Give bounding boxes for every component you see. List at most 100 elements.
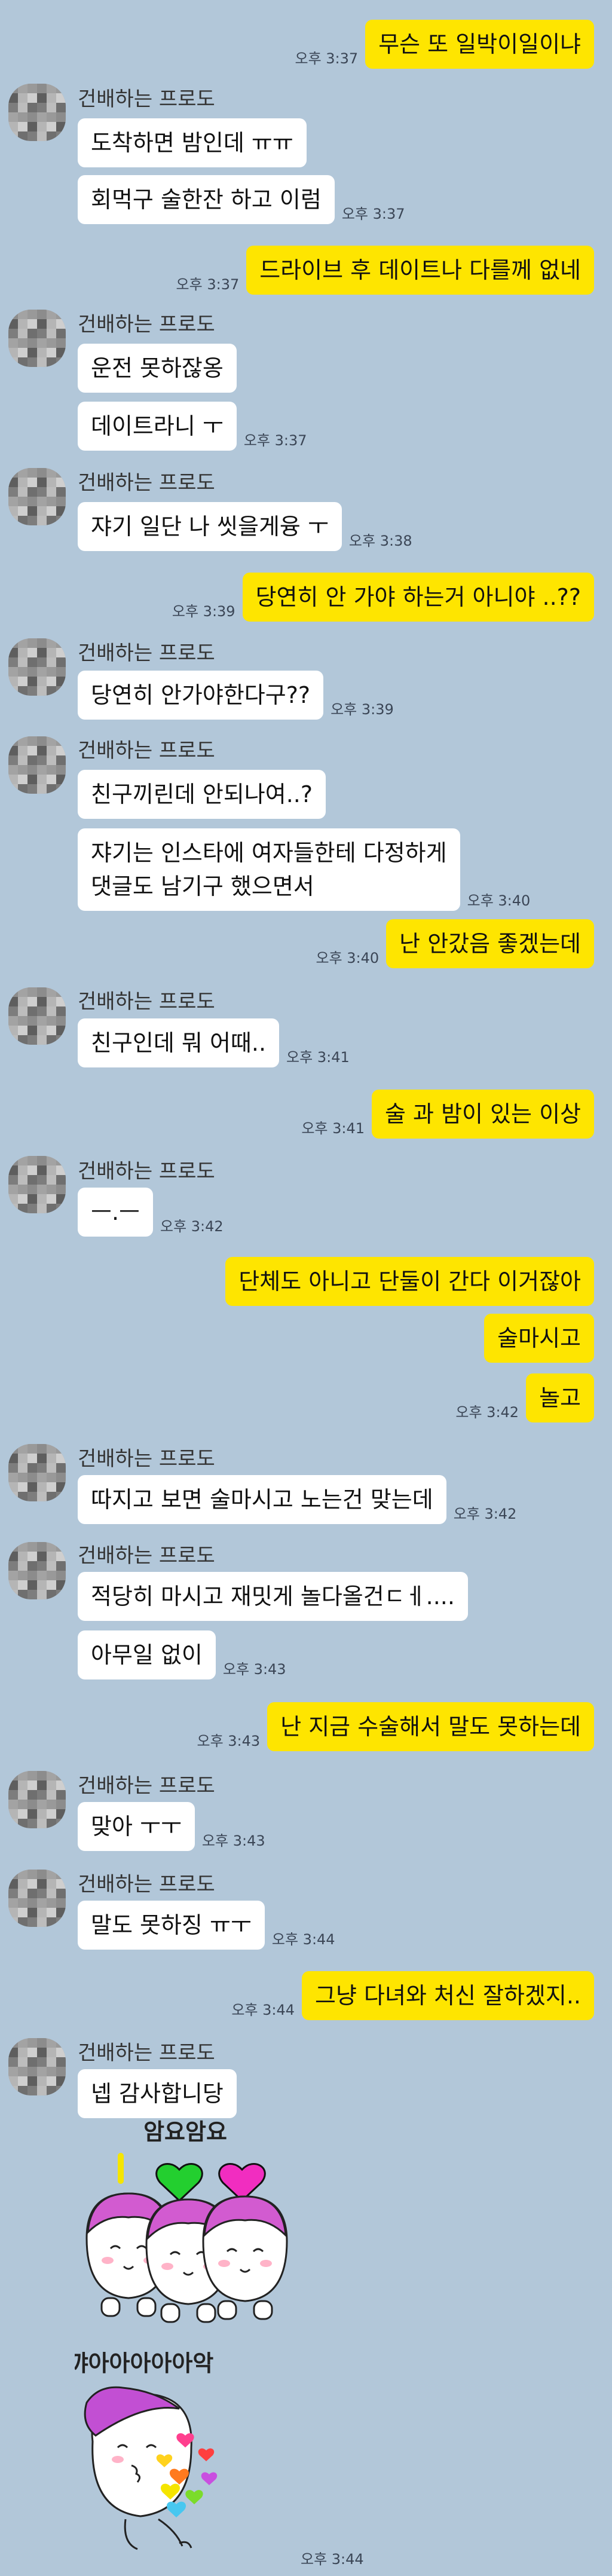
their-message[interactable]: 당연히 안가야한다구?? 오후 3:39 (78, 671, 394, 720)
message-time: 오후 3:42 (455, 1404, 519, 1421)
their-message[interactable]: 쟈기는 인스타에 여자들한테 다정하게 댓글도 남기구 했으면서 오후 3:40 (78, 828, 530, 911)
their-message[interactable]: 따지고 보면 술마시고 노는건 맞는데 오후 3:42 (78, 1475, 516, 1524)
their-message-bubble[interactable]: 말도 못하징 ㅠㅜ (78, 1901, 265, 1950)
my-message-bubble[interactable]: 단체도 아니고 단둘이 간다 이거잖아 (225, 1257, 594, 1306)
message-time: 오후 3:37 (243, 432, 307, 449)
message-time: 오후 3:37 (176, 276, 240, 293)
their-message-bubble[interactable]: 따지고 보면 술마시고 노는건 맞는데 (78, 1475, 446, 1524)
my-message[interactable]: 오후 3:44 그냥 다녀와 처신 잘하겠지.. (231, 1971, 594, 2020)
their-message-bubble[interactable]: ㅡ.ㅡ (78, 1188, 153, 1237)
character-right (202, 2195, 288, 2320)
their-message[interactable]: 아무일 없이 오후 3:43 (78, 1630, 286, 1679)
my-message[interactable]: 오후 3:37 드라이브 후 데이트나 다를께 없네 (176, 246, 594, 295)
their-message-bubble[interactable]: 쟈기 일단 나 씻을게융 ㅜ (78, 502, 342, 551)
message-time: 오후 3:44 (231, 2002, 295, 2018)
my-message-bubble[interactable]: 무슨 또 일박이일이냐 (365, 20, 594, 69)
sender-name: 건배하는 프로도 (78, 87, 215, 111)
their-message-bubble[interactable]: 쟈기는 인스타에 여자들한테 다정하게 댓글도 남기구 했으면서 (78, 828, 460, 911)
their-message-bubble[interactable]: 당연히 안가야한다구?? (78, 671, 324, 720)
their-message-bubble[interactable]: 도착하면 밤인데 ㅠㅠ (78, 118, 307, 167)
my-message-bubble[interactable]: 드라이브 후 데이트나 다를께 없네 (246, 246, 594, 295)
green-heart-icon (155, 2163, 203, 2202)
sender-name: 건배하는 프로도 (78, 1447, 215, 1471)
my-message[interactable]: 오후 3:37 무슨 또 일박이일이냐 (295, 20, 594, 69)
yellow-stick (118, 2153, 124, 2184)
my-message-bubble[interactable]: 놀고 (526, 1373, 594, 1422)
their-message[interactable]: 말도 못하징 ㅠㅜ 오후 3:44 (78, 1901, 335, 1950)
their-message-bubble[interactable]: 회먹구 술한잔 하고 이럼 (78, 175, 335, 224)
sender-name: 건배하는 프로도 (78, 739, 215, 763)
sender-name: 건배하는 프로도 (78, 1873, 215, 1896)
message-time: 오후 3:42 (453, 1506, 517, 1522)
message-time: 오후 3:39 (331, 701, 394, 718)
message-time: 오후 3:41 (286, 1049, 350, 1066)
their-message[interactable]: ㅡ.ㅡ 오후 3:42 (78, 1188, 224, 1237)
my-message-bubble[interactable]: 당연히 안 가야 하는거 아니야 ..?? (242, 573, 594, 622)
my-message[interactable]: 오후 3:39 당연히 안 가야 하는거 아니야 ..?? (172, 573, 594, 622)
their-message-bubble[interactable]: 맞아 ㅜㅜ (78, 1802, 195, 1851)
avatar[interactable] (8, 84, 66, 141)
avatar[interactable] (8, 468, 66, 525)
my-message[interactable]: 술마시고 (484, 1314, 594, 1363)
my-message-bubble[interactable]: 술 과 밤이 있는 이상 (372, 1090, 594, 1139)
their-message[interactable]: 친구인데 뭐 어때.. 오후 3:41 (78, 1018, 350, 1067)
avatar[interactable] (8, 1542, 66, 1599)
my-message-bubble[interactable]: 그냥 다녀와 처신 잘하겠지.. (302, 1971, 594, 2020)
sender-name: 건배하는 프로도 (78, 1774, 215, 1798)
message-time: 오후 3:43 (222, 1661, 286, 1678)
sender-name: 건배하는 프로도 (78, 313, 215, 336)
sender-name: 건배하는 프로도 (78, 1544, 215, 1568)
message-time: 오후 3:42 (160, 1218, 224, 1235)
sender-name: 건배하는 프로도 (78, 990, 215, 1014)
their-message-bubble[interactable]: 운전 못하잖옹 (78, 344, 237, 393)
avatar[interactable] (8, 987, 66, 1045)
message-time: 오후 3:40 (316, 950, 380, 966)
their-message-bubble[interactable]: 친구인데 뭐 어때.. (78, 1018, 280, 1067)
chat-room: 오후 3:37 무슨 또 일박이일이냐 건배하는 프로도 도착하면 밤인데 ㅠㅠ… (0, 0, 612, 2576)
their-message[interactable]: 넵 감사합니당 (78, 2069, 237, 2118)
their-message-bubble[interactable]: 데이트라니 ㅜ (78, 402, 237, 451)
sticker-caption-top: 암요암요 (143, 2119, 227, 2145)
pink-heart-icon (218, 2163, 266, 2202)
sender-name: 건배하는 프로도 (78, 1159, 215, 1183)
avatar[interactable] (8, 310, 66, 367)
avatar[interactable] (8, 1444, 66, 1501)
their-message[interactable]: 친구끼린데 안되나여..? (78, 770, 326, 819)
my-message-bubble[interactable]: 난 안갔음 좋겠는데 (386, 919, 594, 968)
sticker-kya[interactable]: 꺄아아아아아악 (75, 2352, 290, 2573)
message-time: 오후 3:40 (467, 892, 531, 909)
my-message[interactable]: 단체도 아니고 단둘이 간다 이거잖아 (225, 1257, 594, 1306)
message-time: 오후 3:43 (201, 1832, 265, 1849)
sticker-amyo[interactable]: 암요암요 (75, 2116, 290, 2352)
their-message[interactable]: 운전 못하잖옹 (78, 344, 237, 393)
my-message[interactable]: 오후 3:41 술 과 밤이 있는 이상 (301, 1090, 594, 1139)
avatar[interactable] (8, 1870, 66, 1927)
their-message[interactable]: 쟈기 일단 나 씻을게융 ㅜ 오후 3:38 (78, 502, 412, 551)
avatar[interactable] (8, 638, 66, 696)
avatar[interactable] (8, 1771, 66, 1828)
their-message[interactable]: 적당히 마시고 재밋게 놀다올건ㄷㅔ.... (78, 1572, 468, 1621)
their-message[interactable]: 맞아 ㅜㅜ 오후 3:43 (78, 1802, 265, 1851)
message-time: 오후 3:38 (348, 533, 412, 549)
character-kissing (84, 2386, 192, 2550)
my-message[interactable]: 오후 3:42 놀고 (455, 1373, 594, 1422)
their-message-bubble[interactable]: 친구끼린데 안되나여..? (78, 770, 326, 819)
sender-name: 건배하는 프로도 (78, 2041, 215, 2065)
my-message-bubble[interactable]: 난 지금 수술해서 말도 못하는데 (267, 1702, 594, 1751)
their-message-bubble[interactable]: 넵 감사합니당 (78, 2069, 237, 2118)
my-message-bubble[interactable]: 술마시고 (484, 1314, 594, 1363)
my-message[interactable]: 오후 3:40 난 안갔음 좋겠는데 (316, 919, 594, 968)
their-message[interactable]: 도착하면 밤인데 ㅠㅠ (78, 118, 307, 167)
avatar[interactable] (8, 736, 66, 794)
their-message-bubble[interactable]: 아무일 없이 (78, 1630, 216, 1679)
their-message-bubble[interactable]: 적당히 마시고 재밋게 놀다올건ㄷㅔ.... (78, 1572, 468, 1621)
their-message[interactable]: 데이트라니 ㅜ 오후 3:37 (78, 402, 307, 451)
sender-name: 건배하는 프로도 (78, 471, 215, 495)
message-time: 오후 3:37 (341, 206, 405, 222)
avatar[interactable] (8, 2038, 66, 2095)
message-time: 오후 3:44 (301, 2551, 364, 2568)
my-message[interactable]: 오후 3:43 난 지금 수술해서 말도 못하는데 (197, 1702, 594, 1751)
avatar[interactable] (8, 1156, 66, 1213)
their-message[interactable]: 회먹구 술한잔 하고 이럼 오후 3:37 (78, 175, 405, 224)
message-time: 오후 3:43 (197, 1733, 261, 1749)
